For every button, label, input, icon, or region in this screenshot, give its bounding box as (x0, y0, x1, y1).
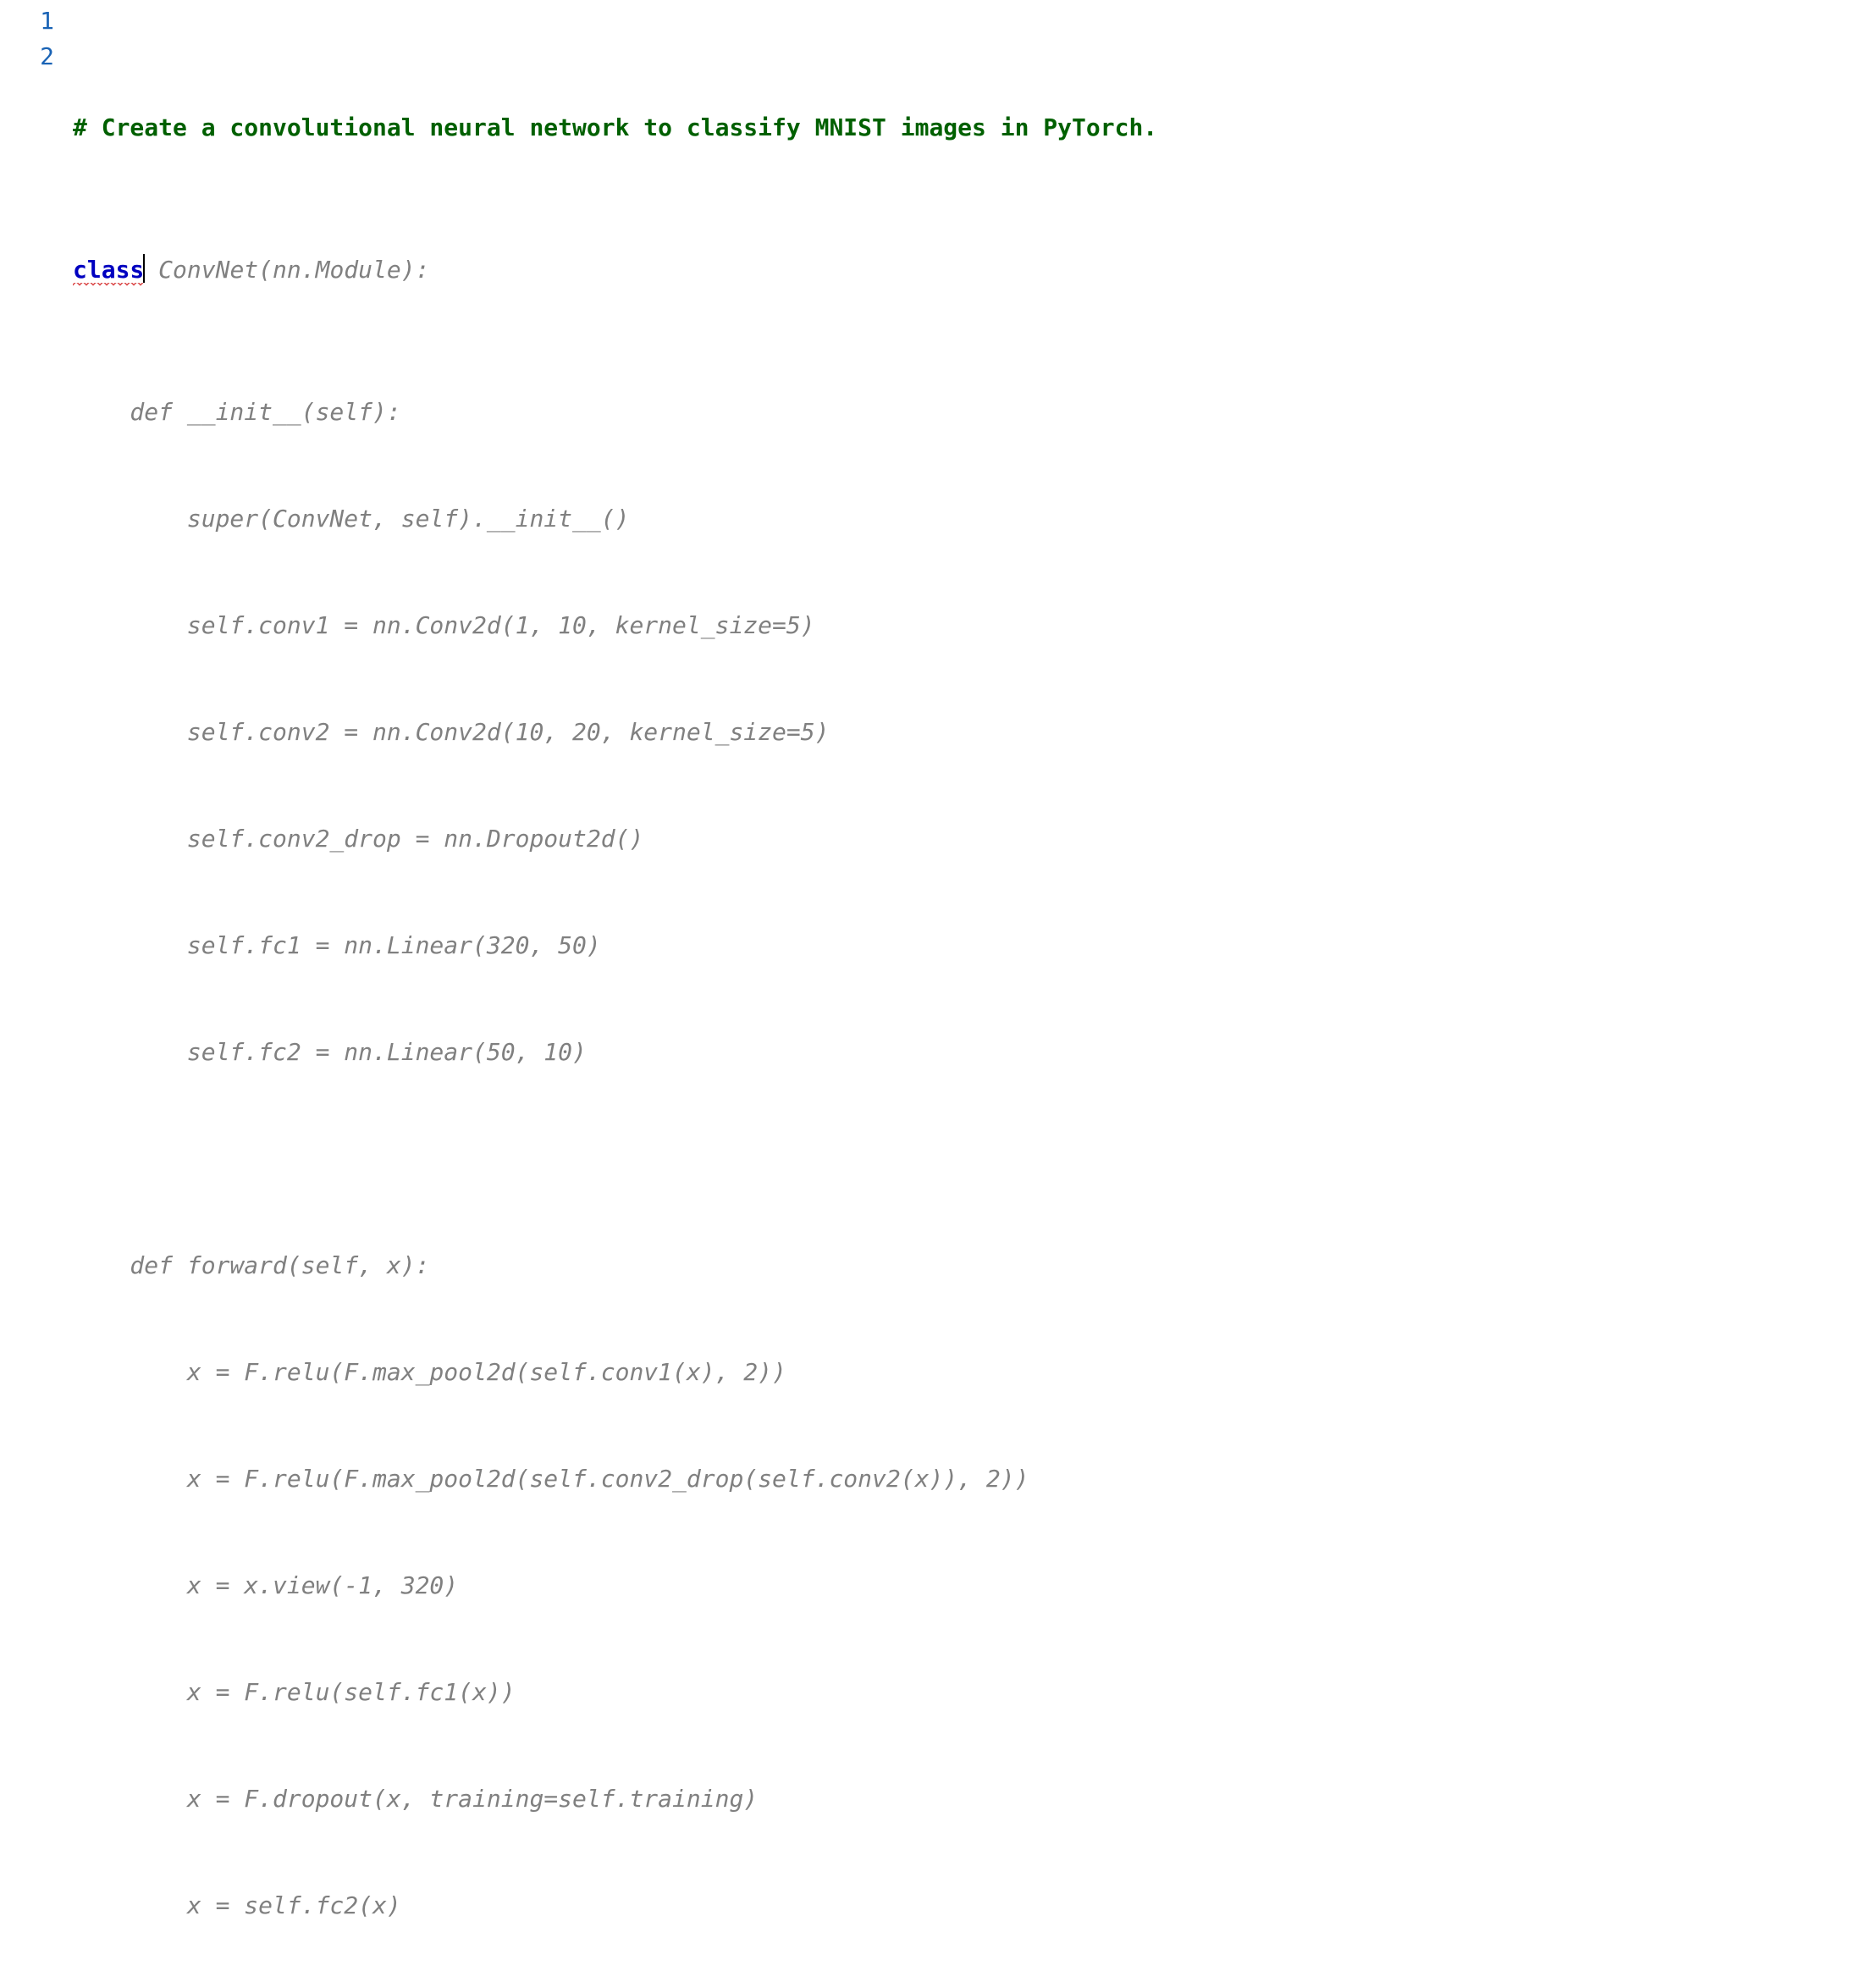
ghost-text: x = x.view(-1, 320) (73, 1571, 458, 1599)
ghost-text: super(ConvNet, self).__init__() (73, 505, 629, 533)
ghost-line: self.fc2 = nn.Linear(50, 10) (73, 1035, 1876, 1070)
line-number: 2 (0, 39, 54, 75)
ghost-text: x = F.relu(F.max_pool2d(self.conv1(x), 2… (73, 1358, 786, 1386)
ghost-line: x = x.view(-1, 320) (73, 1568, 1876, 1604)
code-line[interactable]: # Create a convolutional neural network … (73, 110, 1876, 146)
ghost-text-inline: ConvNet(nn.Module): (144, 256, 429, 284)
ghost-text: self.conv2_drop = nn.Dropout2d() (73, 825, 643, 853)
ghost-line: def forward(self, x): (73, 1248, 1876, 1284)
keyword-class: class (73, 256, 144, 286)
ghost-line: x = F.relu(F.max_pool2d(self.conv2_drop(… (73, 1461, 1876, 1497)
ghost-line: x = F.relu(F.max_pool2d(self.conv1(x), 2… (73, 1355, 1876, 1390)
line-number-gutter: 1 2 (0, 3, 73, 1971)
ghost-line: x = F.dropout(x, training=self.training) (73, 1781, 1876, 1817)
code-editor[interactable]: 1 2 # Create a convolutional neural netw… (0, 0, 1876, 1971)
ghost-text: x = F.relu(F.max_pool2d(self.conv2_drop(… (73, 1465, 1029, 1493)
comment-text: # Create a convolutional neural network … (73, 113, 1157, 141)
ghost-text: self.conv2 = nn.Conv2d(10, 20, kernel_si… (73, 718, 829, 746)
code-area[interactable]: # Create a convolutional neural network … (73, 3, 1876, 1971)
ghost-line: self.conv2 = nn.Conv2d(10, 20, kernel_si… (73, 715, 1876, 750)
code-line-active[interactable]: class ConvNet(nn.Module): (73, 252, 1876, 288)
ghost-line: self.conv2_drop = nn.Dropout2d() (73, 821, 1876, 857)
ghost-text: x = F.dropout(x, training=self.training) (73, 1785, 758, 1813)
ghost-text: x = self.fc2(x) (73, 1891, 401, 1919)
ghost-text: self.fc1 = nn.Linear(320, 50) (73, 931, 601, 959)
ghost-text: self.fc2 = nn.Linear(50, 10) (73, 1038, 587, 1066)
ghost-line: def __init__(self): (73, 395, 1876, 430)
ghost-line: self.fc1 = nn.Linear(320, 50) (73, 928, 1876, 963)
line-number: 1 (0, 3, 54, 39)
ghost-line: x = self.fc2(x) (73, 1888, 1876, 1924)
ghost-line: self.conv1 = nn.Conv2d(1, 10, kernel_siz… (73, 608, 1876, 643)
ghost-line: x = F.relu(self.fc1(x)) (73, 1675, 1876, 1710)
ghost-text: def forward(self, x): (73, 1251, 429, 1279)
ghost-text: self.conv1 = nn.Conv2d(1, 10, kernel_siz… (73, 611, 815, 639)
ghost-line (73, 1141, 1876, 1177)
ghost-line: super(ConvNet, self).__init__() (73, 501, 1876, 537)
ghost-text: def __init__(self): (73, 398, 401, 426)
ghost-text: x = F.relu(self.fc1(x)) (73, 1678, 516, 1706)
